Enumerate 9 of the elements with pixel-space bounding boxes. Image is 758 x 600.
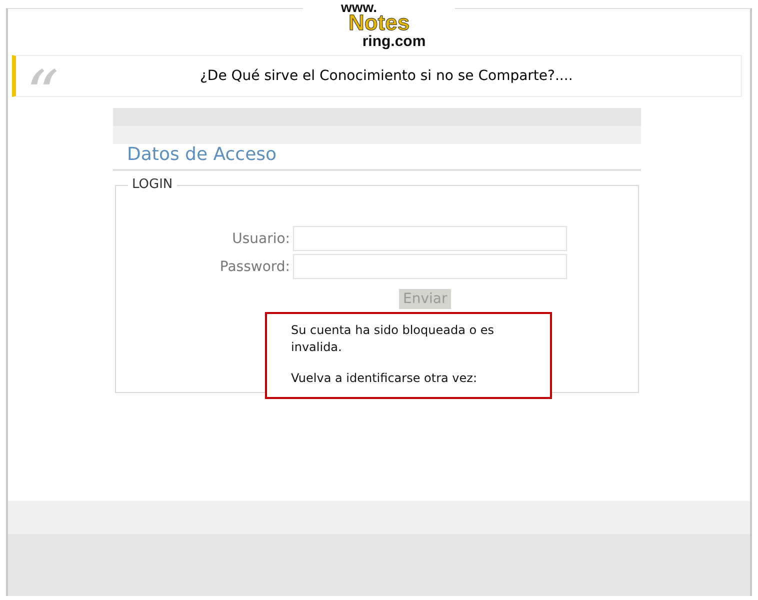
input-field[interactable] xyxy=(293,226,567,251)
field-label: Password: xyxy=(218,258,290,274)
quote-text: ¿De Qué sirve el Conocimiento si no se Comparte?.... xyxy=(200,68,573,84)
error-text: Vuelva a identificarse otra vez: xyxy=(291,370,478,387)
panel-title: Datos de Acceso xyxy=(113,144,641,171)
field-label: Usuario: xyxy=(231,230,290,246)
quote-mark: “ xyxy=(25,57,60,96)
error-text: Su cuenta ha sido bloqueada o es invalida. xyxy=(291,322,496,356)
input-field[interactable] xyxy=(293,254,567,279)
